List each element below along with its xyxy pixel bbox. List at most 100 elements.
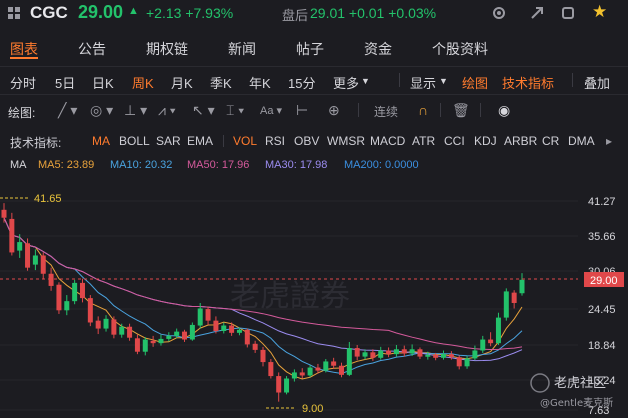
tab-options[interactable]: 期权链 — [146, 39, 188, 59]
ma-legend: MA MA5: 23.89 MA10: 20.32 MA50: 17.96 MA… — [0, 158, 628, 176]
indicator-ema[interactable]: EMA — [187, 134, 213, 148]
candle-body — [158, 338, 164, 344]
indicator-dma[interactable]: DMA — [568, 134, 595, 148]
high-annotation: 41.65 — [34, 193, 62, 205]
candle-body — [127, 326, 133, 338]
text-cursor-icon[interactable]: ⌶ ▾ — [226, 102, 244, 119]
candle-body — [378, 350, 384, 358]
candle-body — [495, 317, 501, 344]
indicator-obv[interactable]: OBV — [294, 134, 319, 148]
eye-icon[interactable]: ◉ — [498, 102, 510, 119]
period-5d[interactable]: 5日 — [55, 73, 75, 92]
indicator-macd[interactable]: MACD — [370, 134, 405, 148]
period-daily[interactable]: 日K — [92, 73, 114, 92]
divider — [440, 103, 441, 117]
indicator-kdj[interactable]: KDJ — [474, 134, 497, 148]
measure-icon[interactable]: ⊢ — [296, 102, 308, 119]
fib-tool-icon[interactable]: ⩘ ▾ — [158, 102, 176, 119]
period-quarterly[interactable]: 季K — [210, 73, 232, 92]
more-chevron-down-icon[interactable]: ▼ — [361, 76, 370, 86]
candle-body — [276, 376, 282, 393]
candle-body — [236, 329, 242, 333]
candle-body — [370, 352, 376, 358]
continuous-draw[interactable]: 连续 — [374, 103, 398, 120]
share-icon[interactable] — [529, 5, 545, 21]
period-15min[interactable]: 15分 — [288, 73, 315, 92]
last-price: 29.00 — [78, 2, 124, 22]
indicator-atr[interactable]: ATR — [412, 134, 435, 148]
overlay-button[interactable]: 叠加 — [584, 73, 610, 92]
tab-chart[interactable]: 图表 — [10, 39, 38, 59]
y-tick-label: 41.27 — [588, 196, 616, 208]
indicator-ma[interactable]: MA — [92, 134, 110, 148]
indicator-sar[interactable]: SAR — [156, 134, 181, 148]
indicator-arbr[interactable]: ARBR — [504, 134, 537, 148]
indicator-vol[interactable]: VOL — [233, 134, 257, 148]
trash-icon[interactable]: 🗑 — [452, 102, 470, 119]
indicator-wmsr[interactable]: WMSR — [327, 134, 365, 148]
indicator-boll[interactable]: BOLL — [119, 134, 150, 148]
ma200-value: MA200: 0.0000 — [344, 159, 419, 171]
zoom-icon[interactable]: ⊕ — [328, 102, 340, 119]
candle-body — [72, 282, 78, 302]
indicator-rsi[interactable]: RSI — [265, 134, 285, 148]
line-tool-icon[interactable]: ╱ ▾ — [58, 102, 77, 119]
tab-capital[interactable]: 资金 — [364, 39, 392, 59]
indicator-bar-label: 技术指标: — [10, 136, 62, 150]
show-menu[interactable]: 显示 — [410, 73, 436, 92]
period-yearly[interactable]: 年K — [249, 73, 271, 92]
candle-body — [519, 279, 525, 294]
candle-body — [205, 309, 211, 321]
arrow-tool-icon[interactable]: ↖ ▾ — [192, 102, 215, 119]
alert-icon[interactable] — [560, 5, 576, 21]
period-monthly[interactable]: 月K — [171, 73, 193, 92]
candle-body — [48, 273, 54, 286]
draw-toolbar-label: 绘图: — [8, 106, 36, 120]
candle-body — [425, 354, 431, 357]
candle-body — [111, 319, 117, 335]
favorite-star-icon[interactable]: ★ — [592, 2, 607, 22]
candle-body — [260, 349, 266, 363]
corner-watermark: 老虎社区 — [554, 375, 606, 391]
tab-news[interactable]: 新闻 — [228, 39, 256, 59]
candle-body — [189, 324, 195, 340]
candle-body — [1, 209, 7, 218]
tab-announcements[interactable]: 公告 — [78, 39, 106, 59]
gear-icon[interactable] — [491, 5, 507, 21]
candle-body — [511, 292, 517, 303]
watermark-text: 老虎證券 — [230, 279, 350, 314]
indicator-cci[interactable]: CCI — [444, 134, 465, 148]
candle-body — [268, 362, 274, 377]
tab-profile[interactable]: 个股资料 — [432, 39, 488, 59]
compare-icon[interactable] — [8, 7, 20, 19]
candle-body — [386, 350, 392, 355]
candle-body — [166, 335, 172, 339]
period-more[interactable]: 更多 — [333, 73, 359, 92]
draw-toggle[interactable]: 绘图 — [462, 73, 488, 92]
indicators-toggle[interactable]: 技术指标 — [502, 73, 554, 92]
candle-body — [401, 349, 407, 354]
period-weekly[interactable]: 周K — [132, 73, 154, 92]
indicator-bar-scroll-icon[interactable]: ▸ — [606, 134, 612, 148]
y-tick-label: 24.45 — [588, 304, 616, 316]
candle-body — [480, 339, 486, 351]
candle-body — [338, 365, 344, 375]
main-tabs: 图表 公告 期权链 新闻 帖子 资金 个股资料 — [0, 34, 628, 60]
shape-tool-icon[interactable]: ◎ ▾ — [90, 102, 113, 119]
price-chart[interactable]: 老虎證券 46.8741.2735.6630.0624.4518.8413.24… — [0, 178, 628, 418]
candle-body — [119, 326, 125, 335]
candle-body — [229, 325, 235, 333]
drawing-toolbar: 绘图: ╱ ▾ ◎ ▾ ⊥ ▾ ⩘ ▾ ↖ ▾ ⌶ ▾ Aa ▾ ⊢ ⊕ 连续 … — [0, 94, 628, 124]
indicator-cr[interactable]: CR — [542, 134, 559, 148]
tab-posts[interactable]: 帖子 — [296, 39, 324, 59]
y-tick-label: 35.66 — [588, 231, 616, 243]
magnet-icon[interactable]: ∩ — [418, 102, 428, 118]
show-chevron-down-icon[interactable]: ▼ — [439, 76, 448, 86]
candle-body — [56, 284, 62, 311]
candle-body — [174, 331, 180, 336]
current-price-label: 29.00 — [590, 275, 618, 287]
text-tool-icon[interactable]: Aa ▾ — [260, 104, 282, 117]
divider — [480, 103, 481, 117]
period-intraday[interactable]: 分时 — [10, 73, 36, 92]
ruler-tool-icon[interactable]: ⊥ ▾ — [124, 102, 147, 119]
